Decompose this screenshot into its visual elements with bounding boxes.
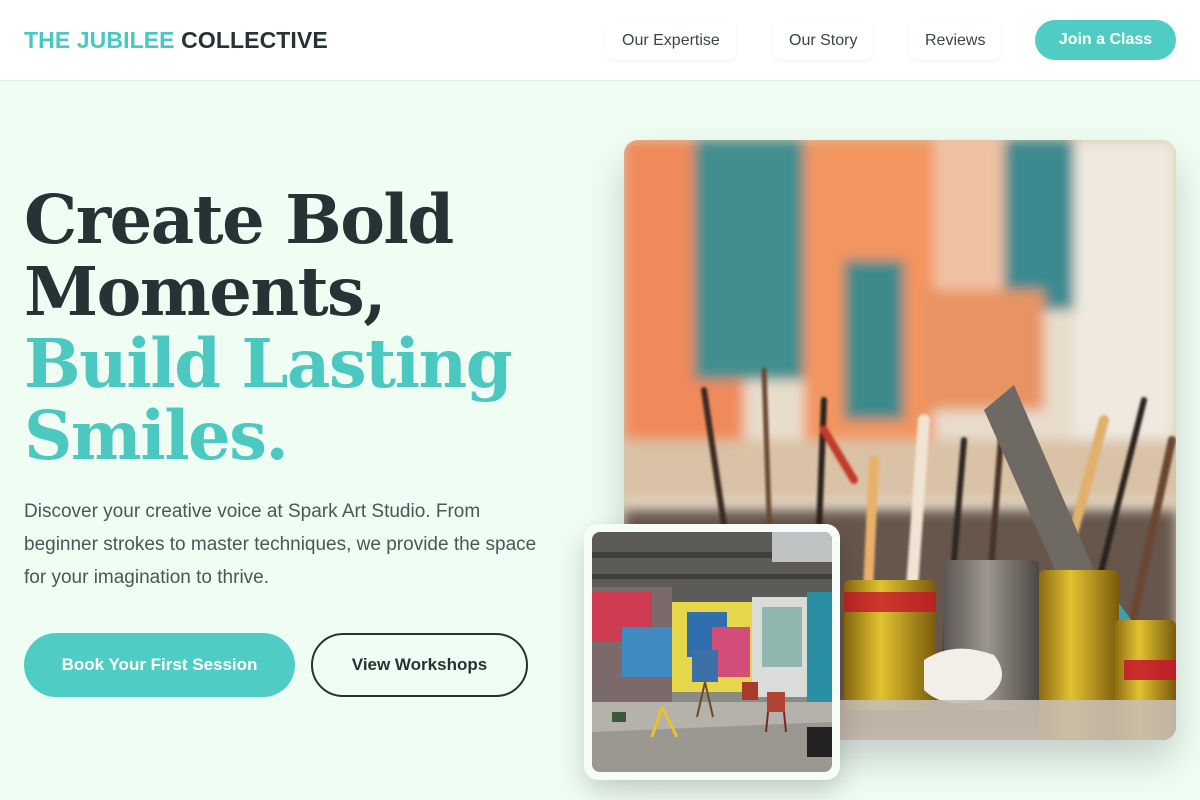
graffiti-studio-photo bbox=[592, 532, 832, 772]
graffiti-studio-illustration bbox=[592, 532, 832, 772]
nav-link-our-expertise[interactable]: Our Expertise bbox=[606, 21, 736, 60]
headline-line-3: Build Lasting bbox=[24, 324, 513, 403]
headline-line-4: Smiles. bbox=[24, 396, 289, 475]
site-header: THE JUBILEE COLLECTIVE Our Expertise Our… bbox=[0, 0, 1200, 81]
nav-link-our-story[interactable]: Our Story bbox=[773, 21, 874, 60]
nav-link-reviews[interactable]: Reviews bbox=[909, 21, 1002, 60]
hero-description: Discover your creative voice at Spark Ar… bbox=[24, 501, 537, 588]
headline-line-1: Create Bold bbox=[24, 180, 454, 259]
brand-name-rest: COLLECTIVE bbox=[181, 27, 328, 53]
inset-photo-frame bbox=[584, 524, 840, 780]
hero-headline: Create Bold Moments, Build Lasting Smile… bbox=[24, 184, 584, 472]
headline-line-2: Moments, bbox=[24, 252, 387, 331]
brand-logo[interactable]: THE JUBILEE COLLECTIVE bbox=[24, 27, 328, 54]
join-class-button[interactable]: Join a Class bbox=[1035, 20, 1176, 60]
brand-name-accent: THE JUBILEE bbox=[24, 27, 175, 53]
book-first-session-button[interactable]: Book Your First Session bbox=[24, 633, 295, 697]
view-workshops-button[interactable]: View Workshops bbox=[311, 633, 528, 697]
